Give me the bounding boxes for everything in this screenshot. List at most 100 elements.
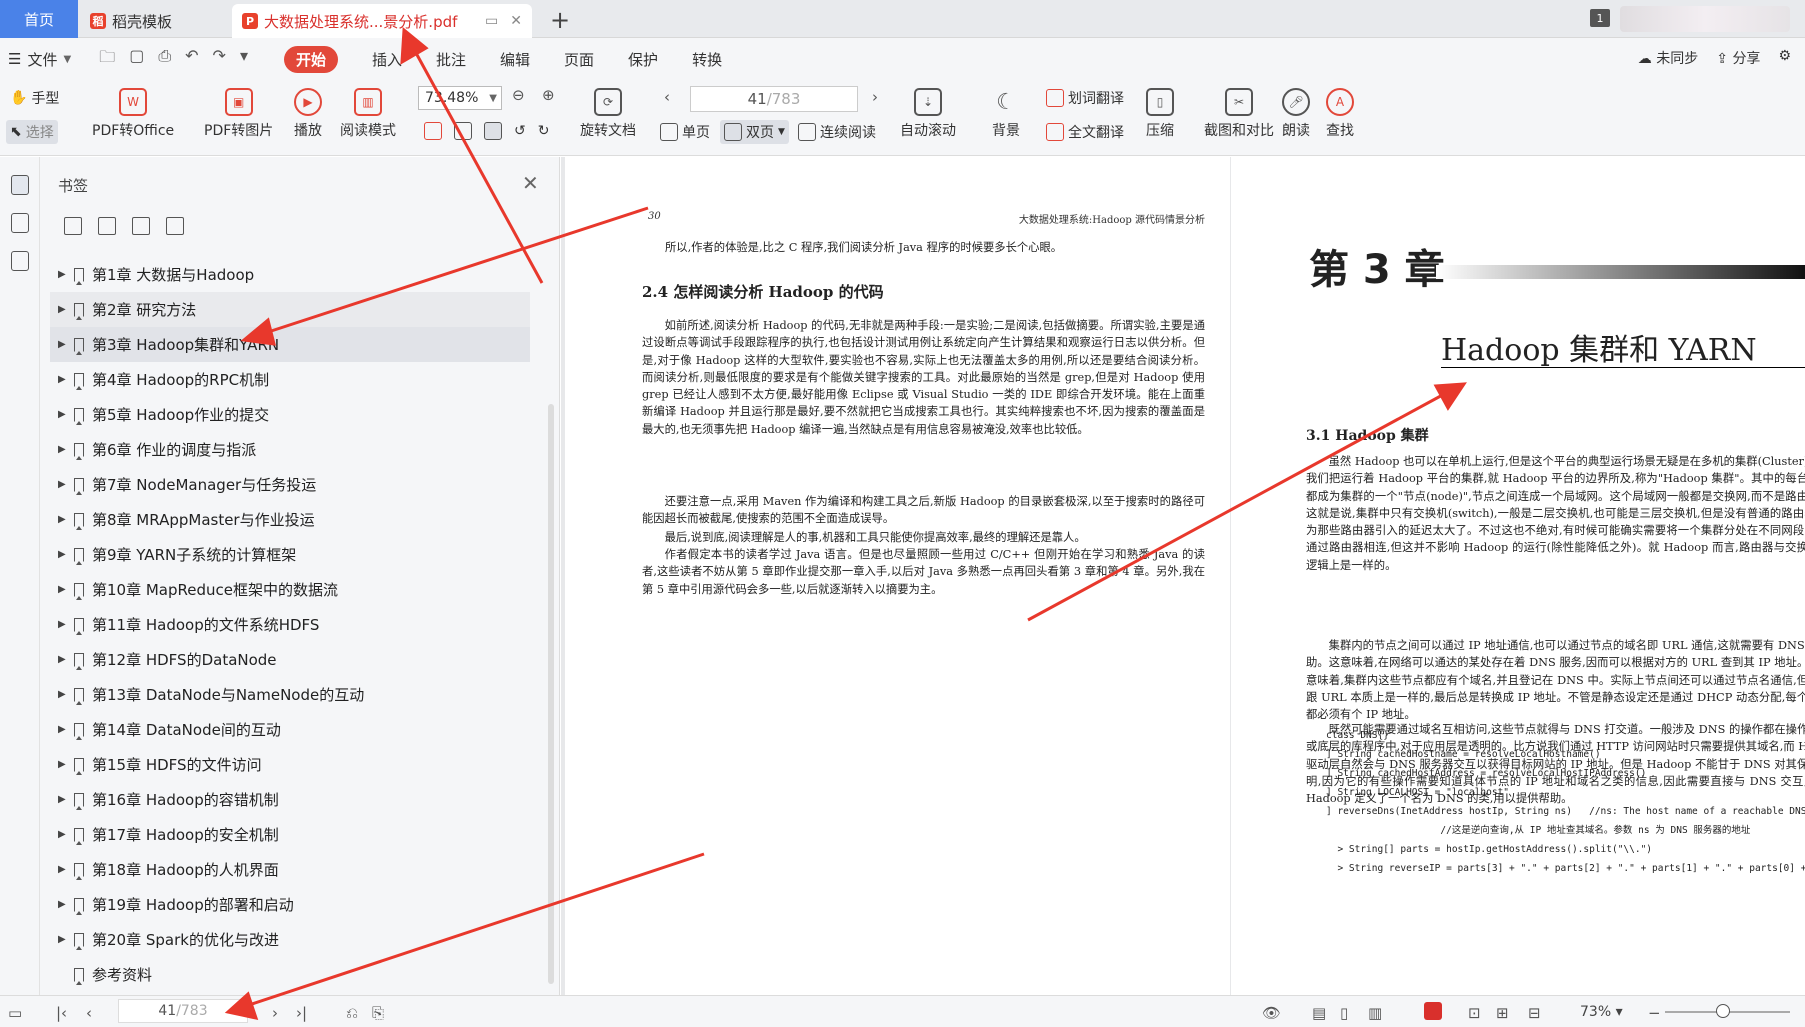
- status-page-input[interactable]: 41/783: [118, 999, 248, 1023]
- bookmark-item[interactable]: ▶ 第11章 Hadoop的文件系统HDFS: [50, 607, 530, 642]
- expand-arrow-icon[interactable]: ▶: [58, 654, 70, 665]
- auto-scroll-button[interactable]: ⇣ 自动滚动: [900, 88, 956, 140]
- bookmark-item[interactable]: ▶ 第20章 Spark的优化与改进: [50, 922, 530, 957]
- page-number-input[interactable]: 41/783: [690, 86, 858, 112]
- menu-annotate[interactable]: 批注: [436, 49, 466, 70]
- bookmark-item[interactable]: ▶ 第3章 Hadoop集群和YARN: [50, 327, 530, 362]
- redo-icon[interactable]: ↷: [213, 46, 226, 73]
- next-page-icon[interactable]: ›: [272, 1004, 278, 1022]
- actual-size-icon[interactable]: ⊡: [1468, 1004, 1481, 1022]
- expand-arrow-icon[interactable]: ▶: [58, 689, 70, 700]
- actual-size-icon[interactable]: [424, 122, 442, 140]
- single-page-button[interactable]: 单页: [660, 122, 710, 142]
- double-page-button[interactable]: 双页 ▼: [720, 120, 789, 144]
- thumbnail-panel-icon[interactable]: [10, 213, 29, 233]
- read-mode-button[interactable]: ▥ 阅读模式: [340, 88, 396, 140]
- hand-tool-button[interactable]: ✋ 手型: [10, 88, 59, 108]
- open-folder-icon[interactable]: 🗀: [99, 46, 115, 73]
- bookmark-item[interactable]: ▶ 第14章 DataNode间的互动: [50, 712, 530, 747]
- expand-arrow-icon[interactable]: ▶: [58, 724, 70, 735]
- expand-arrow-icon[interactable]: ▶: [58, 899, 70, 910]
- bookmark-item[interactable]: ▶ 第2章 研究方法: [50, 292, 530, 327]
- zoom-select[interactable]: 73.48% ▼: [418, 86, 502, 110]
- single-view-icon[interactable]: ▯: [1340, 1004, 1348, 1022]
- bookmark-item[interactable]: ▶ 第7章 NodeManager与任务投运: [50, 467, 530, 502]
- tab-home[interactable]: 首页: [0, 0, 78, 38]
- select-tool-button[interactable]: ⬉ 选择: [6, 120, 58, 144]
- annotation-panel-icon[interactable]: [10, 251, 29, 271]
- menu-convert[interactable]: 转换: [692, 49, 722, 70]
- expand-arrow-icon[interactable]: ▶: [58, 269, 70, 280]
- file-menu[interactable]: ☰ 文件 ▼: [8, 49, 71, 70]
- tab-close-icon[interactable]: ✕: [510, 13, 522, 29]
- account-area[interactable]: [1620, 6, 1790, 32]
- expand-arrow-icon[interactable]: ▶: [58, 374, 70, 385]
- pdf-to-office-button[interactable]: W PDF转Office: [92, 88, 174, 140]
- bookmark-item[interactable]: ▶ 第15章 HDFS的文件访问: [50, 747, 530, 782]
- fit-page-icon[interactable]: ⊞: [1496, 1004, 1509, 1022]
- expand-arrow-icon[interactable]: ▶: [58, 514, 70, 525]
- tab-template[interactable]: 稻 稻壳模板: [80, 4, 230, 38]
- new-tab-button[interactable]: +: [550, 6, 570, 34]
- expand-arrow-icon[interactable]: ▶: [58, 759, 70, 770]
- menu-insert[interactable]: 插入: [372, 49, 402, 70]
- expand-arrow-icon[interactable]: ▶: [58, 409, 70, 420]
- bookmark-icon[interactable]: [166, 217, 184, 235]
- back-icon[interactable]: ⎌: [346, 1004, 358, 1022]
- bookmark-panel-icon[interactable]: [10, 175, 29, 195]
- expand-arrow-icon[interactable]: ▶: [58, 339, 70, 350]
- prev-page-icon[interactable]: ‹: [664, 88, 670, 106]
- compress-button[interactable]: ▯ 压缩: [1146, 88, 1174, 140]
- expand-arrow-icon[interactable]: ▶: [58, 829, 70, 840]
- bookmark-item[interactable]: ▶ 第12章 HDFS的DataNode: [50, 642, 530, 677]
- share-button[interactable]: ⇪ 分享: [1716, 48, 1760, 68]
- collapse-all-icon[interactable]: [98, 217, 116, 235]
- play-icon[interactable]: [1424, 1002, 1442, 1020]
- tab-document[interactable]: P 大数据处理系统...景分析.pdf ▭ ✕: [232, 4, 532, 38]
- first-page-icon[interactable]: |‹: [56, 1004, 67, 1022]
- sync-button[interactable]: ☁ 未同步: [1638, 48, 1698, 68]
- bookmark-item[interactable]: ▶ 第13章 DataNode与NameNode的互动: [50, 677, 530, 712]
- bookmark-item[interactable]: ▶ 第16章 Hadoop的容错机制: [50, 782, 530, 817]
- bookmark-item[interactable]: ▶ 第6章 作业的调度与指派: [50, 432, 530, 467]
- full-translate-button[interactable]: 全文翻译: [1046, 122, 1124, 142]
- expand-arrow-icon[interactable]: ▶: [58, 304, 70, 315]
- expand-arrow-icon[interactable]: ▶: [58, 864, 70, 875]
- status-zoom[interactable]: 73% ▾: [1580, 1004, 1623, 1020]
- expand-arrow-icon[interactable]: ▶: [58, 549, 70, 560]
- sidebar-toggle-icon[interactable]: ▭: [8, 1004, 22, 1022]
- screenshot-compare-button[interactable]: ✂ 截图和对比: [1204, 88, 1274, 140]
- expand-arrow-icon[interactable]: ▶: [58, 619, 70, 630]
- bookmark-item[interactable]: ▶ 第4章 Hadoop的RPC机制: [50, 362, 530, 397]
- add-bookmark-icon[interactable]: [132, 217, 150, 235]
- menu-page[interactable]: 页面: [564, 49, 594, 70]
- print-icon[interactable]: ⎙: [158, 46, 171, 73]
- undo-icon[interactable]: ↶: [185, 46, 198, 73]
- forward-icon[interactable]: ⎘: [372, 1004, 384, 1022]
- play-button[interactable]: ▶ 播放: [294, 88, 322, 140]
- pdf-to-image-button[interactable]: ▣ PDF转图片: [204, 88, 273, 140]
- expand-arrow-icon[interactable]: ▶: [58, 794, 70, 805]
- bookmark-item[interactable]: 参考资料: [50, 957, 530, 992]
- expand-all-icon[interactable]: [64, 217, 82, 235]
- window-count-badge[interactable]: 1: [1590, 9, 1610, 27]
- menu-protect[interactable]: 保护: [628, 49, 658, 70]
- fit-width-icon[interactable]: ⊟: [1528, 1004, 1541, 1022]
- settings-icon[interactable]: ⚙: [1778, 48, 1791, 68]
- bookmark-item[interactable]: ▶ 第18章 Hadoop的人机界面: [50, 852, 530, 887]
- zoom-out-icon[interactable]: −: [1648, 1004, 1661, 1022]
- find-button[interactable]: A 查找: [1326, 88, 1354, 140]
- prev-page-icon[interactable]: ‹: [86, 1004, 92, 1022]
- expand-arrow-icon[interactable]: ▶: [58, 934, 70, 945]
- background-button[interactable]: ☾ 背景: [992, 88, 1020, 140]
- bookmark-item[interactable]: ▶ 第9章 YARN子系统的计算框架: [50, 537, 530, 572]
- expand-arrow-icon[interactable]: ▶: [58, 444, 70, 455]
- quick-access-more-icon[interactable]: ▾: [240, 46, 248, 73]
- menu-start[interactable]: 开始: [283, 45, 338, 73]
- eye-icon[interactable]: 👁︎: [1262, 1004, 1281, 1022]
- next-page-icon[interactable]: ›: [872, 88, 878, 106]
- read-aloud-button[interactable]: 🎤︎ 朗读: [1282, 88, 1310, 140]
- rotate-right-icon[interactable]: ↻: [538, 123, 550, 139]
- document-viewport[interactable]: 30 大数据处理系统:Hadoop 源代码情景分析 所以,作者的体验是,比之 C…: [561, 157, 1805, 995]
- tab-float-icon[interactable]: ▭: [485, 13, 498, 29]
